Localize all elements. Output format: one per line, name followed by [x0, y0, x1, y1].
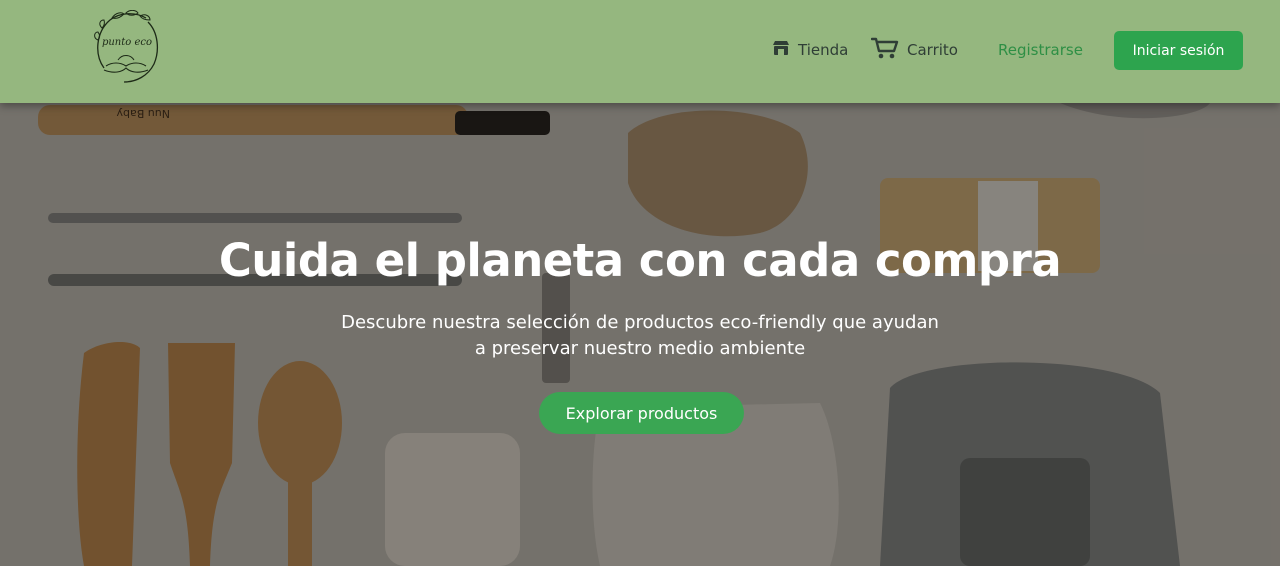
nav-item-tienda[interactable]: Tienda — [772, 31, 848, 69]
logo-text: punto eco — [101, 37, 153, 48]
hero-subtitle-line1: Descubre nuestra selección de productos … — [341, 312, 939, 333]
hero-subtitle-line2: a preservar nuestro medio ambiente — [474, 338, 806, 359]
shop-icon — [772, 40, 790, 60]
nav-item-registrarse[interactable]: Registrarse — [998, 31, 1083, 69]
brand-logo[interactable]: punto eco — [92, 9, 162, 84]
tienda-link[interactable]: Tienda — [772, 40, 848, 60]
hero-section: Nuu Baby Cuida el planeta con cada compr… — [0, 103, 1280, 566]
hero-subtitle: Descubre nuestra selección de productos … — [300, 310, 980, 362]
site-header: punto eco Tienda Carrito Registrarse Ini… — [0, 0, 1280, 103]
tienda-label: Tienda — [798, 41, 849, 59]
carrito-link[interactable]: Carrito — [870, 37, 958, 63]
nav-item-carrito[interactable]: Carrito — [870, 31, 958, 69]
explore-products-button[interactable]: Explorar productos — [539, 392, 744, 434]
carrito-label: Carrito — [907, 41, 958, 59]
hero-title: Cuida el planeta con cada compra — [218, 234, 1062, 287]
login-button[interactable]: Iniciar sesión — [1114, 31, 1243, 70]
cart-icon — [870, 37, 899, 63]
registrarse-link[interactable]: Registrarse — [998, 41, 1083, 59]
